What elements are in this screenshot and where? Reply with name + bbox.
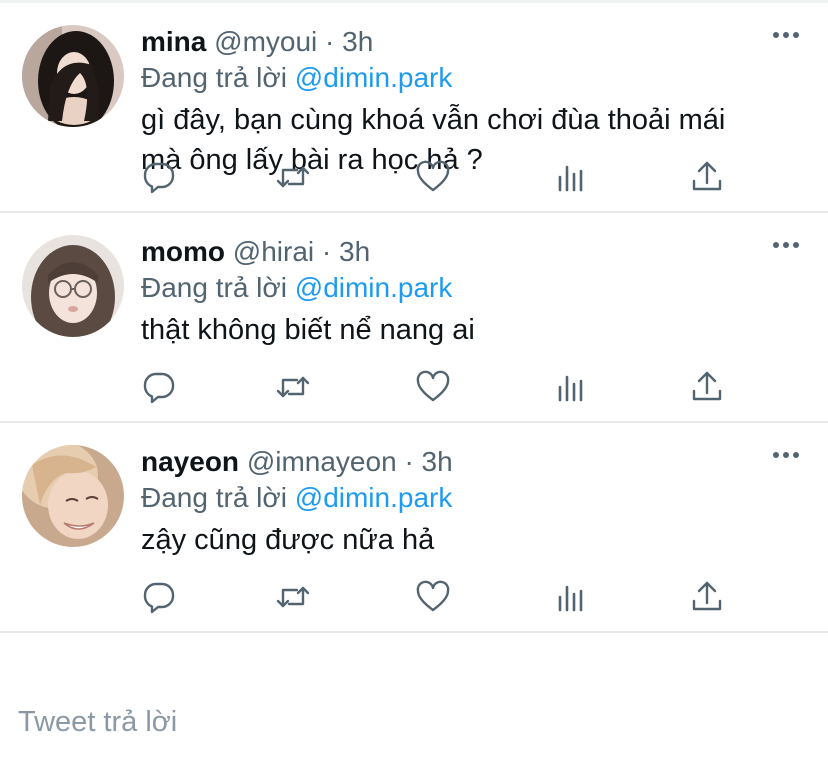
separator-dot: ·: [325, 26, 335, 57]
tweet-header: nayeon @imnayeon · 3h: [141, 443, 788, 481]
tweet-text: thật không biết nể nang ai: [141, 314, 475, 346]
reply-context: Đang trả lời @dimin.park: [141, 480, 788, 516]
avatar[interactable]: [22, 25, 124, 127]
display-name[interactable]: mina: [141, 26, 206, 57]
stats-icon[interactable]: [553, 369, 589, 405]
share-icon[interactable]: [689, 159, 725, 195]
reply-prefix: Đang trả lời: [141, 482, 287, 513]
user-handle[interactable]: @imnayeon: [247, 446, 397, 477]
separator-dot: ·: [404, 446, 414, 477]
retweet-icon[interactable]: [275, 579, 311, 615]
reply-tweet[interactable]: momo @hirai · 3h Đang trả lời @dimin.par…: [0, 213, 828, 423]
reply-input[interactable]: [14, 706, 722, 739]
more-icon[interactable]: [772, 449, 800, 461]
tweet-text: zậy cũng được nữa hả: [141, 524, 435, 556]
avatar[interactable]: [22, 445, 124, 547]
retweet-icon[interactable]: [275, 369, 311, 405]
reply-mention-link[interactable]: @dimin.park: [295, 272, 453, 303]
timestamp[interactable]: 3h: [342, 26, 373, 57]
display-name[interactable]: momo: [141, 236, 225, 267]
tweet-actions: [141, 369, 734, 405]
avatar[interactable]: [22, 235, 124, 337]
more-icon[interactable]: [772, 239, 800, 251]
timestamp[interactable]: 3h: [422, 446, 453, 477]
reply-icon[interactable]: [141, 369, 177, 405]
more-icon[interactable]: [772, 29, 800, 41]
stats-icon[interactable]: [553, 159, 589, 195]
share-icon[interactable]: [689, 369, 725, 405]
like-icon[interactable]: [415, 579, 451, 615]
separator-dot: ·: [321, 236, 332, 267]
reply-prefix: Đang trả lời: [141, 62, 287, 93]
tweet-actions: [141, 159, 734, 195]
tweet-header: mina @myoui · 3h: [141, 23, 788, 61]
tweet-actions: [141, 579, 734, 615]
reply-mention-link[interactable]: @dimin.park: [295, 62, 453, 93]
like-icon[interactable]: [415, 369, 451, 405]
share-icon[interactable]: [689, 579, 725, 615]
retweet-icon[interactable]: [275, 159, 311, 195]
reply-icon[interactable]: [141, 579, 177, 615]
user-handle[interactable]: @hirai: [233, 236, 314, 267]
reply-composer: [0, 678, 828, 761]
reply-mention-link[interactable]: @dimin.park: [295, 482, 453, 513]
reply-context: Đang trả lời @dimin.park: [141, 60, 788, 96]
tweet-header: momo @hirai · 3h: [141, 233, 788, 271]
display-name[interactable]: nayeon: [141, 446, 239, 477]
reply-tweet[interactable]: nayeon @imnayeon · 3h Đang trả lời @dimi…: [0, 423, 828, 633]
reply-icon[interactable]: [141, 159, 177, 195]
reply-context: Đang trả lời @dimin.park: [141, 270, 788, 306]
user-handle[interactable]: @myoui: [214, 26, 317, 57]
timestamp[interactable]: 3h: [339, 236, 370, 267]
like-icon[interactable]: [415, 159, 451, 195]
reply-tweet[interactable]: mina @myoui · 3h Đang trả lời @dimin.par…: [0, 3, 828, 213]
stats-icon[interactable]: [553, 579, 589, 615]
reply-prefix: Đang trả lời: [141, 272, 287, 303]
